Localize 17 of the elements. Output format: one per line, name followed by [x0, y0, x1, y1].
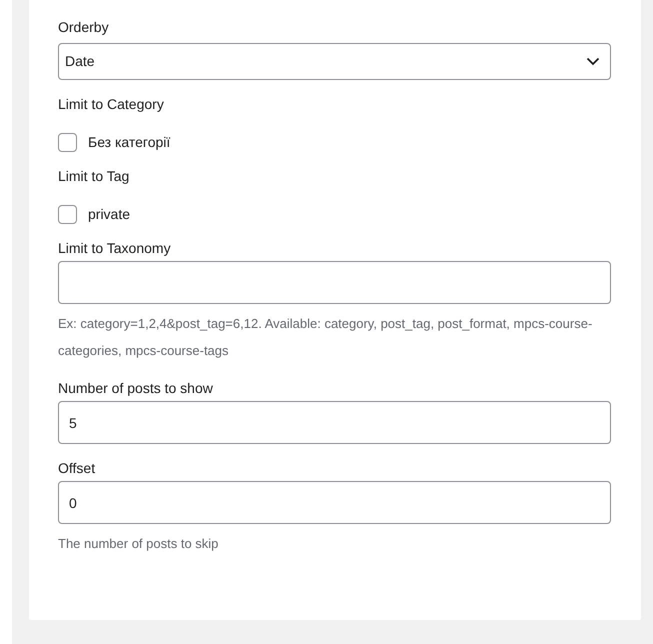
field-label: Limit to Tag — [58, 167, 130, 186]
checkbox[interactable] — [58, 132, 77, 152]
help-text: Ex: category=1,2,4&post_tag=6,12. Available: category, post_tag, post_format, mpcs-course-categories, mpcs-course-tags — [58, 315, 594, 360]
text-field[interactable] — [58, 261, 611, 304]
field-label: Orderby — [58, 18, 110, 37]
select-field[interactable]: Date — [58, 43, 611, 80]
field-label: Limit to Category — [58, 95, 165, 114]
text-field[interactable]: 0 — [58, 481, 611, 524]
checkbox[interactable] — [58, 204, 77, 224]
chevron-down-icon — [586, 57, 600, 66]
checkbox-label: private — [88, 204, 130, 224]
help-text: The number of posts to skip — [58, 535, 220, 553]
field-label: Number of posts to show — [58, 379, 214, 398]
field-label: Limit to Taxonomy — [58, 239, 172, 258]
text-field[interactable]: 5 — [58, 401, 611, 444]
field-label: Offset — [58, 459, 96, 478]
checkbox-label: Без категорії — [88, 132, 170, 152]
